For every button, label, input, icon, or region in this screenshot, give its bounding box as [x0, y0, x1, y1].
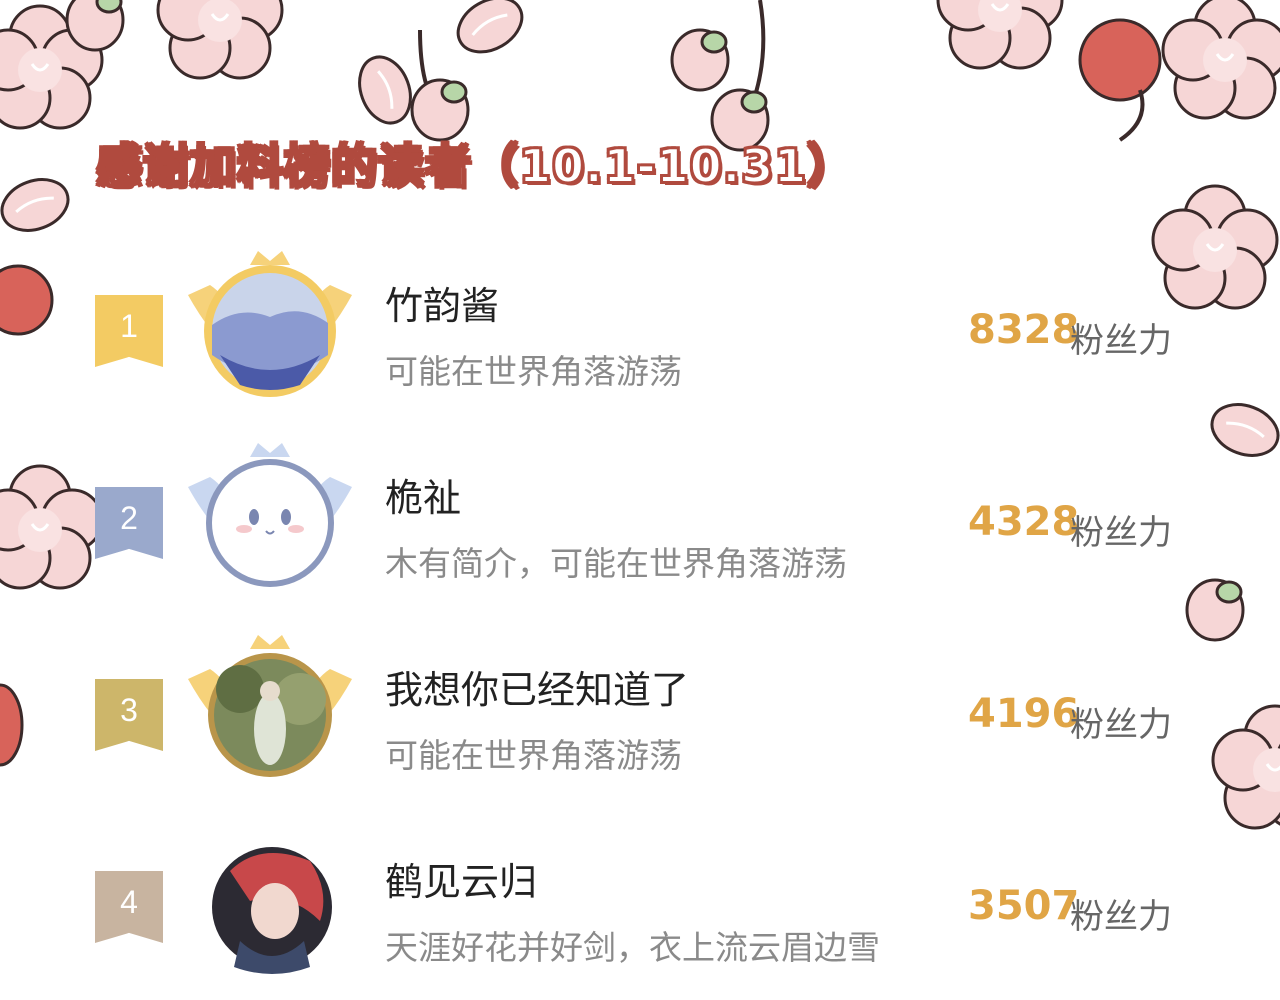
fan-score-unit: 粉丝力: [1070, 321, 1172, 361]
reader-name: 鹤见云归: [385, 860, 538, 904]
reader-name: 我想你已经知道了: [385, 668, 690, 712]
fan-score: 4328: [968, 499, 1080, 545]
fan-score-unit: 粉丝力: [1070, 897, 1172, 937]
rank-badge: 4: [95, 871, 163, 943]
reader-row-3[interactable]: 3 我想你已经知道了 可能在世界角落游荡 4196 粉丝力: [0, 629, 1280, 809]
reader-row-2[interactable]: 2 桅祉 木有简介，可能在世界角落游荡 4328 粉丝力: [0, 437, 1280, 617]
page-title: 感谢加料榜的读者（10.1-10.31）: [95, 138, 855, 194]
blue-wings-frame-icon: [188, 443, 352, 587]
rank-badge: 1: [95, 295, 163, 367]
rank-badge: 2: [95, 487, 163, 559]
reader-name: 桅祉: [385, 476, 462, 520]
avatar[interactable]: [180, 437, 360, 607]
reader-name: 竹韵酱: [385, 284, 500, 328]
reader-row-1[interactable]: 1 竹韵酱 可能在世界角落游荡 8328 粉丝力: [0, 245, 1280, 425]
rank-badge: 3: [95, 679, 163, 751]
avatar[interactable]: [180, 629, 360, 799]
gold-wings-frame-icon: [188, 635, 352, 777]
reader-bio: 可能在世界角落游荡: [385, 352, 682, 391]
avatar[interactable]: [180, 821, 360, 991]
reader-row-4[interactable]: 4 鹤见云归 天涯好花并好剑，衣上流云眉边雪 3507 粉丝力: [0, 821, 1280, 1000]
avatar[interactable]: [180, 245, 360, 415]
reader-bio: 可能在世界角落游荡: [385, 736, 682, 775]
fan-score-unit: 粉丝力: [1070, 705, 1172, 745]
reader-bio: 木有简介，可能在世界角落游荡: [385, 544, 847, 583]
fan-score: 4196: [968, 691, 1080, 737]
fan-score: 3507: [968, 883, 1080, 929]
gold-wings-frame-icon: [188, 251, 352, 397]
reader-bio: 天涯好花并好剑，衣上流云眉边雪: [385, 928, 880, 967]
anime-avatar-icon: [212, 847, 332, 974]
fan-score-unit: 粉丝力: [1070, 513, 1172, 553]
fan-score: 8328: [968, 307, 1080, 353]
